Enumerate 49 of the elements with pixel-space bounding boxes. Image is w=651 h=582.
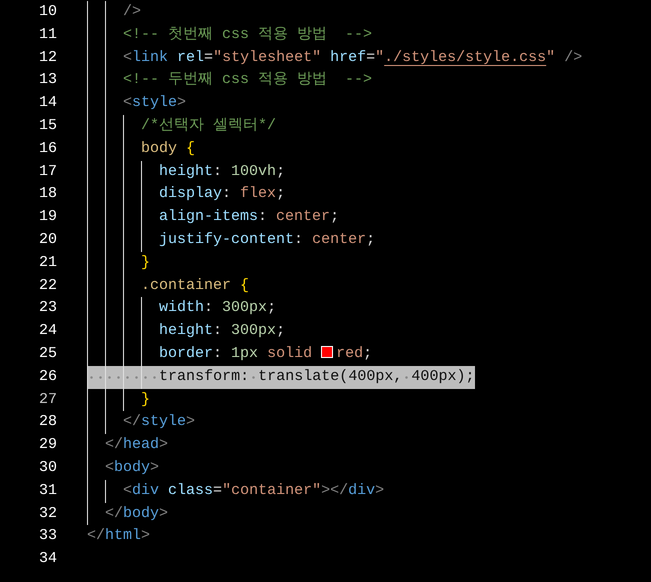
code-line: <!-- 두번째 css 적용 방법 --> — [122, 70, 372, 90]
line-number: 18 — [38, 184, 57, 204]
code-line: <!-- 첫번째 css 적용 방법 --> — [122, 24, 372, 45]
code-line: border: 1px solid red; — [158, 344, 372, 364]
code-line: width: 300px; — [158, 298, 276, 318]
line-number: 10 — [38, 2, 57, 22]
code-line: height: 100vh; — [158, 162, 286, 182]
line-number: 28 — [38, 412, 57, 432]
code-line: justify-content: center; — [158, 230, 376, 250]
code-line: </html> — [87, 526, 150, 546]
line-number: 24 — [38, 321, 57, 342]
line-number: 12 — [38, 48, 57, 68]
code-line: <style> — [122, 93, 186, 114]
line-number: 26 — [38, 366, 57, 387]
line-number: 27 — [38, 390, 57, 410]
code-line: .container { — [140, 276, 250, 296]
code-line: <div class="container"></div> — [122, 480, 384, 501]
line-number: 25 — [38, 344, 57, 364]
line-number: 23 — [38, 298, 57, 318]
code-line: body { — [140, 138, 196, 159]
line-number: 21 — [38, 252, 57, 273]
line-number: 16 — [38, 138, 57, 159]
line-number: 34 — [38, 549, 57, 570]
code-line: <link rel="stylesheet" href="./styles/style.css" /> — [122, 48, 582, 68]
line-number: 32 — [38, 504, 57, 524]
line-number: 14 — [38, 93, 57, 114]
code-line: /*선택자 셀렉터*/ — [140, 116, 276, 136]
color-swatch[interactable] — [321, 346, 334, 358]
code-line: } — [140, 252, 150, 273]
code-line: } — [140, 390, 150, 410]
line-number: 11 — [38, 24, 57, 45]
code-line: display: flex; — [158, 184, 286, 204]
code-line: </style> — [122, 412, 196, 432]
code-line: </head> — [104, 435, 168, 456]
line-number: 19 — [38, 207, 57, 228]
line-number: 29 — [38, 435, 57, 456]
line-number: 33 — [38, 526, 57, 546]
line-number: 13 — [38, 70, 57, 90]
code-line: align-items: center; — [158, 207, 340, 228]
line-number: 20 — [38, 230, 57, 250]
code-line: </body> — [104, 504, 168, 524]
code-line: <body> — [104, 458, 160, 478]
code-line: height: 300px; — [158, 321, 286, 342]
code-line: /> — [122, 2, 142, 22]
line-number: 31 — [38, 480, 57, 501]
line-number: 30 — [38, 458, 57, 478]
line-number: 17 — [38, 162, 57, 182]
line-number: 22 — [38, 276, 57, 296]
line-number: 15 — [38, 116, 57, 136]
